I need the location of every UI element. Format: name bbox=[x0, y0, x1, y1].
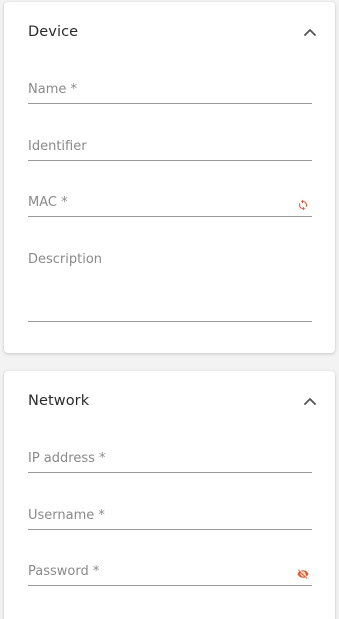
mac-input[interactable] bbox=[28, 195, 278, 213]
chevron-up-icon bbox=[304, 29, 316, 36]
username-input[interactable] bbox=[28, 508, 278, 526]
ip-address-field: IP address * bbox=[28, 451, 312, 473]
eye-off-icon bbox=[297, 569, 309, 579]
device-card-header[interactable]: Device bbox=[4, 2, 335, 66]
mac-generate-button[interactable] bbox=[296, 198, 310, 212]
description-underline bbox=[28, 321, 312, 322]
identifier-field: Identifier bbox=[28, 139, 312, 161]
identifier-input[interactable] bbox=[28, 139, 278, 157]
ip-address-input[interactable] bbox=[28, 451, 278, 469]
name-input[interactable] bbox=[28, 82, 278, 100]
identifier-underline bbox=[28, 160, 312, 161]
description-field: Description bbox=[28, 252, 312, 323]
password-visibility-toggle[interactable] bbox=[296, 567, 310, 581]
network-card-title: Network bbox=[28, 393, 90, 409]
ip-address-underline bbox=[28, 472, 312, 473]
name-field: Name * bbox=[28, 82, 312, 104]
password-underline bbox=[28, 585, 312, 586]
mac-underline bbox=[28, 216, 312, 217]
device-collapse-button[interactable] bbox=[302, 24, 318, 40]
description-input[interactable] bbox=[28, 252, 278, 270]
password-input[interactable] bbox=[28, 564, 278, 582]
page: Device Name * Identifier MAC * Descripti… bbox=[0, 0, 339, 619]
network-card: Network IP address * Username * Password… bbox=[4, 371, 335, 619]
network-collapse-button[interactable] bbox=[302, 393, 318, 409]
device-card-title: Device bbox=[28, 24, 79, 40]
name-underline bbox=[28, 103, 312, 104]
refresh-icon bbox=[299, 199, 307, 211]
chevron-up-icon bbox=[304, 398, 316, 405]
password-field: Password * bbox=[28, 564, 312, 586]
username-underline bbox=[28, 529, 312, 530]
mac-field: MAC * bbox=[28, 195, 312, 217]
username-field: Username * bbox=[28, 508, 312, 530]
network-card-header[interactable]: Network bbox=[4, 371, 335, 435]
device-card: Device Name * Identifier MAC * Descripti… bbox=[4, 2, 335, 353]
